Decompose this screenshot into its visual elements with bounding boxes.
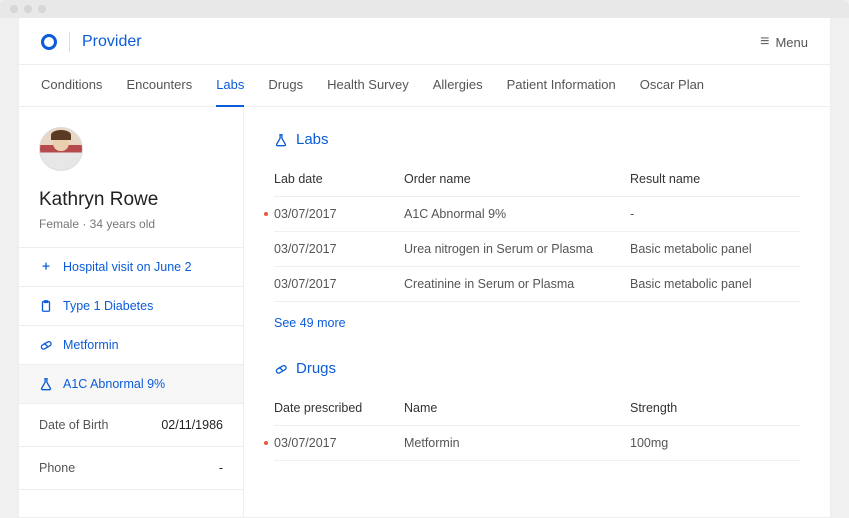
sidebar-item-hospital[interactable]: Hospital visit on June 2: [19, 248, 243, 287]
flag-icon: [264, 441, 268, 445]
pill-icon: [274, 362, 288, 376]
divider: [69, 32, 70, 52]
tab-conditions[interactable]: Conditions: [41, 65, 102, 106]
browser-chrome: [0, 0, 849, 18]
window-dot: [24, 5, 32, 13]
table-row[interactable]: 03/07/2017 A1C Abnormal 9%-: [274, 197, 800, 232]
sidebar: Kathryn Rowe Female · 34 years old Hospi…: [19, 107, 244, 517]
cell-order: Urea nitrogen in Serum or Plasma: [404, 242, 630, 256]
col-order-name: Order name: [404, 172, 630, 186]
pill-icon: [39, 338, 53, 352]
drugs-table-header: Date prescribed Name Strength: [274, 391, 800, 426]
cell-date: 03/07/2017: [274, 242, 337, 256]
sidebar-item-pill[interactable]: Metformin: [19, 326, 243, 365]
tab-encounters[interactable]: Encounters: [126, 65, 192, 106]
avatar: [39, 127, 83, 171]
tab-drugs[interactable]: Drugs: [268, 65, 303, 106]
tab-labs[interactable]: Labs: [216, 65, 244, 106]
dob-label: Date of Birth: [39, 418, 108, 432]
table-row[interactable]: 03/07/2017 Metformin100mg: [274, 426, 800, 461]
sidebar-item-label: Type 1 Diabetes: [63, 299, 153, 313]
phone-label: Phone: [39, 461, 75, 475]
col-date-prescribed: Date prescribed: [274, 401, 404, 415]
tab-bar: Conditions Encounters Labs Drugs Health Surv…: [19, 65, 830, 107]
labs-heading: Labs: [274, 131, 800, 148]
cell-strength: 100mg: [630, 436, 800, 450]
table-row[interactable]: 03/07/2017 Urea nitrogen in Serum or Plas…: [274, 232, 800, 267]
sidebar-item-clipboard[interactable]: Type 1 Diabetes: [19, 287, 243, 326]
cell-date: 03/07/2017: [274, 436, 337, 450]
patient-name: Kathryn Rowe: [39, 189, 223, 211]
patient-details: Date of Birth 02/11/1986 Phone -: [19, 404, 243, 490]
hospital-icon: [39, 260, 53, 274]
col-lab-date: Lab date: [274, 172, 404, 186]
flask-icon: [274, 133, 288, 147]
cell-date: 03/07/2017: [274, 207, 337, 221]
labs-section: Labs Lab date Order name Result name 03/…: [274, 131, 800, 332]
phone-row: Phone -: [19, 447, 243, 490]
labs-table: Lab date Order name Result name 03/07/20…: [274, 162, 800, 302]
patient-meta: Female · 34 years old: [39, 217, 223, 231]
tab-patient-information[interactable]: Patient Information: [507, 65, 616, 106]
drugs-title: Drugs: [296, 360, 336, 377]
col-drug-name: Name: [404, 401, 630, 415]
dob-value: 02/11/1986: [161, 418, 223, 432]
brand-title: Provider: [82, 33, 142, 51]
menu-button[interactable]: Menu: [760, 33, 808, 51]
labs-see-more[interactable]: See 49 more: [274, 302, 346, 330]
window-dot: [38, 5, 46, 13]
cell-name: Metformin: [404, 436, 630, 450]
brand-logo-icon: [41, 34, 57, 50]
sidebar-item-label: Metformin: [63, 338, 119, 352]
hamburger-icon: [760, 33, 769, 51]
dob-row: Date of Birth 02/11/1986: [19, 404, 243, 447]
app-window: Provider Menu Conditions Encounters Labs Dr…: [18, 18, 831, 518]
tab-allergies[interactable]: Allergies: [433, 65, 483, 106]
sidebar-item-label: A1C Abnormal 9%: [63, 377, 165, 391]
flag-icon: [264, 212, 268, 216]
sidebar-item-label: Hospital visit on June 2: [63, 260, 192, 274]
cell-order: Creatinine in Serum or Plasma: [404, 277, 630, 291]
table-row[interactable]: 03/07/2017 Creatinine in Serum or PlasmaB…: [274, 267, 800, 302]
app-header: Provider Menu: [19, 18, 830, 65]
menu-label: Menu: [775, 35, 808, 50]
window-dot: [10, 5, 18, 13]
cell-result: Basic metabolic panel: [630, 277, 800, 291]
tab-oscar-plan[interactable]: Oscar Plan: [640, 65, 704, 106]
sidebar-item-flask[interactable]: A1C Abnormal 9%: [19, 365, 243, 404]
drugs-section: Drugs Date prescribed Name Strength 03/0…: [274, 360, 800, 461]
flask-icon: [39, 377, 53, 391]
sidebar-list: Hospital visit on June 2 Type 1 Diabetes M…: [19, 247, 243, 404]
brand: Provider: [41, 32, 142, 52]
cell-result: -: [630, 207, 800, 221]
drugs-table: Date prescribed Name Strength 03/07/2017…: [274, 391, 800, 461]
col-result-name: Result name: [630, 172, 800, 186]
cell-date: 03/07/2017: [274, 277, 337, 291]
content-body: Kathryn Rowe Female · 34 years old Hospi…: [19, 107, 830, 517]
col-strength: Strength: [630, 401, 800, 415]
cell-order: A1C Abnormal 9%: [404, 207, 630, 221]
main-content: Labs Lab date Order name Result name 03/…: [244, 107, 830, 517]
clipboard-icon: [39, 299, 53, 313]
patient-profile: Kathryn Rowe Female · 34 years old: [19, 107, 243, 247]
drugs-heading: Drugs: [274, 360, 800, 377]
labs-table-header: Lab date Order name Result name: [274, 162, 800, 197]
phone-value: -: [219, 461, 223, 475]
tab-health-survey[interactable]: Health Survey: [327, 65, 409, 106]
labs-title: Labs: [296, 131, 329, 148]
cell-result: Basic metabolic panel: [630, 242, 800, 256]
